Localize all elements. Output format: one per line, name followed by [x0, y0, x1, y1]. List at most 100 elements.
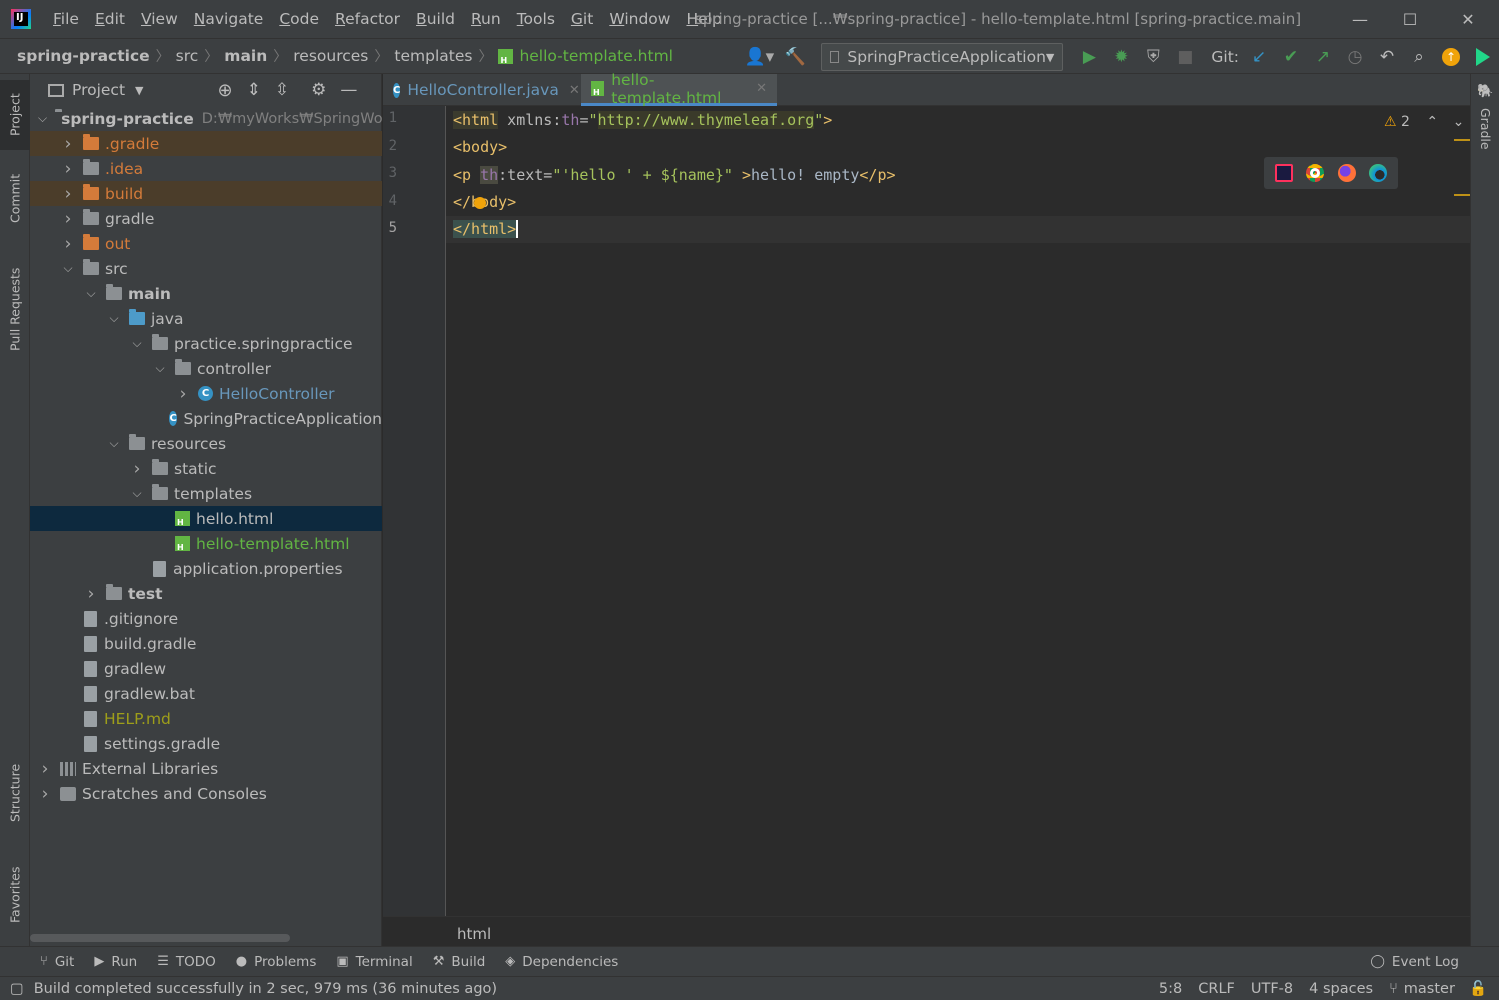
file-encoding[interactable]: UTF-8 — [1251, 981, 1293, 997]
rollback-icon[interactable]: ↶ — [1371, 41, 1403, 73]
menu-run[interactable]: Run — [463, 0, 509, 38]
caret-position[interactable]: 5:8 — [1159, 981, 1182, 997]
warning-stripe-marker[interactable] — [1454, 194, 1470, 196]
close-button[interactable]: ✕ — [1443, 0, 1493, 38]
horizontal-scrollbar[interactable] — [30, 934, 290, 942]
breadcrumb-file[interactable]: hello-template.html — [519, 47, 673, 65]
tool-dependencies[interactable]: ◈ Dependencies — [505, 954, 618, 970]
tool-windows-toggle-icon[interactable]: ▢ — [10, 981, 24, 997]
run-icon[interactable]: ▶ — [1073, 41, 1105, 73]
intellij-browser-icon[interactable] — [1274, 164, 1293, 182]
chevron-down-icon[interactable]: ⌵ — [38, 111, 47, 126]
indent-setting[interactable]: 4 spaces — [1309, 981, 1373, 997]
lock-icon[interactable]: 🔓 — [1469, 980, 1487, 997]
breadcrumb-src[interactable]: src — [176, 47, 199, 65]
chevron-down-icon[interactable]: ⌵ — [153, 361, 167, 376]
update-icon[interactable]: ↑ — [1435, 41, 1467, 73]
tree-node[interactable]: ⌵ resources — [30, 431, 382, 456]
build-hammer-icon[interactable]: 🔨 — [779, 41, 811, 73]
tree-node[interactable]: › Scratches and Consoles — [30, 781, 382, 806]
coverage-icon[interactable]: ⛨ — [1137, 41, 1169, 73]
pull-requests-tool-tab[interactable]: Pull Requests — [0, 254, 30, 364]
minimize-button[interactable]: — — [1335, 0, 1385, 38]
git-update-icon[interactable]: ↙ — [1243, 41, 1275, 73]
locate-icon[interactable]: ⊕ — [218, 80, 233, 101]
breadcrumb-main[interactable]: main — [224, 47, 267, 65]
commit-tool-tab[interactable]: Commit — [0, 162, 30, 234]
next-highlight-icon[interactable]: ⌄ — [1453, 114, 1465, 130]
menu-tools[interactable]: Tools — [509, 0, 563, 38]
favorites-tool-tab[interactable]: Favorites — [0, 852, 30, 938]
firefox-icon[interactable] — [1337, 164, 1356, 182]
tree-node[interactable]: ⌵ templates — [30, 481, 382, 506]
line-separator[interactable]: CRLF — [1198, 981, 1235, 997]
gradle-tool-tab[interactable]: Gradle — [1471, 104, 1499, 154]
tree-node[interactable]: HELP.md — [30, 706, 382, 731]
maximize-button[interactable]: ☐ — [1385, 0, 1435, 38]
run-configuration-select[interactable]: SpringPracticeApplication ▼ — [821, 43, 1064, 71]
tree-node[interactable]: ⌵ main — [30, 281, 382, 306]
tree-node[interactable]: › .gradle — [30, 131, 382, 156]
tree-node[interactable]: settings.gradle — [30, 731, 382, 756]
git-commit-icon[interactable]: ✔ — [1275, 41, 1307, 73]
tree-node[interactable]: ⌵ spring-practice D:₩myWorks₩SpringWorks — [30, 106, 382, 131]
tree-node[interactable]: ⌵ src — [30, 256, 382, 281]
tool-problems[interactable]: ● Problems — [236, 954, 317, 970]
menu-code[interactable]: Code — [271, 0, 327, 38]
tree-node[interactable]: › test — [30, 581, 382, 606]
project-panel-title[interactable]: Project — [72, 81, 125, 99]
tree-node[interactable]: › C HelloController — [30, 381, 382, 406]
inspection-widget[interactable]: ⚠ 2 ⌃ ⌄ — [1384, 114, 1464, 130]
search-icon[interactable]: ⌕ — [1403, 41, 1435, 73]
close-tab-icon[interactable]: ✕ — [756, 81, 767, 96]
menu-build[interactable]: Build — [408, 0, 463, 38]
tree-node[interactable]: hello.html — [30, 506, 382, 531]
stop-icon[interactable]: ■ — [1169, 41, 1201, 73]
menu-file[interactable]: File — [45, 0, 87, 38]
chevron-down-icon[interactable]: ⌵ — [107, 311, 121, 326]
collapse-all-icon[interactable]: ⇳ — [275, 80, 289, 100]
tree-node[interactable]: › build — [30, 181, 382, 206]
tree-node[interactable]: ⌵ java — [30, 306, 382, 331]
tree-node[interactable]: hello-template.html — [30, 531, 382, 556]
tree-node[interactable]: application.properties — [30, 556, 382, 581]
tree-node[interactable]: ⌵ controller — [30, 356, 382, 381]
intention-bulb-icon[interactable] — [474, 197, 486, 209]
gear-icon[interactable]: ⚙ — [311, 80, 326, 100]
expand-all-icon[interactable]: ⇕ — [247, 80, 261, 100]
previous-highlight-icon[interactable]: ⌃ — [1426, 114, 1438, 130]
tree-node[interactable]: gradlew — [30, 656, 382, 681]
tool-run[interactable]: ▶ Run — [94, 954, 137, 970]
editor-breadcrumb[interactable]: html — [383, 916, 1470, 946]
chevron-right-icon[interactable]: › — [61, 209, 75, 229]
chevron-right-icon[interactable]: › — [61, 134, 75, 154]
tree-node[interactable]: › out — [30, 231, 382, 256]
git-branch[interactable]: master — [1404, 981, 1455, 997]
project-tool-tab[interactable]: Project — [0, 80, 30, 150]
tree-node[interactable]: › External Libraries — [30, 756, 382, 781]
code-with-me-icon[interactable] — [1467, 41, 1499, 73]
close-tab-icon[interactable]: ✕ — [569, 83, 580, 98]
menu-edit[interactable]: Edit — [87, 0, 133, 38]
warning-stripe-marker[interactable] — [1454, 139, 1470, 141]
tool-build[interactable]: ⚒ Build — [433, 954, 486, 970]
tool-event-log[interactable]: ◯ Event Log — [1370, 954, 1459, 970]
chevron-down-icon[interactable]: ⌵ — [107, 436, 121, 451]
tree-node[interactable]: C SpringPracticeApplication — [30, 406, 382, 431]
menu-window[interactable]: Window — [601, 0, 678, 38]
tree-node[interactable]: ⌵ practice.springpractice — [30, 331, 382, 356]
chevron-down-icon[interactable]: ⌵ — [61, 261, 75, 276]
code-editor[interactable]: <html xmlns:th="http://www.thymeleaf.org… — [446, 106, 1470, 916]
chevron-right-icon[interactable]: › — [38, 784, 52, 804]
tab-hello-template[interactable]: hello-template.html ✕ — [581, 71, 777, 107]
breadcrumb-resources[interactable]: resources — [293, 47, 368, 65]
chevron-right-icon[interactable]: › — [130, 459, 144, 479]
chevron-right-icon[interactable]: › — [61, 159, 75, 179]
tree-node[interactable]: › .idea — [30, 156, 382, 181]
chevron-right-icon[interactable]: › — [61, 234, 75, 254]
tool-git[interactable]: ⑂ Git — [40, 954, 74, 970]
tool-todo[interactable]: ☰ TODO — [157, 954, 216, 970]
tree-node[interactable]: › static — [30, 456, 382, 481]
tool-terminal[interactable]: ▣ Terminal — [336, 954, 412, 970]
intellij-logo-icon[interactable]: IJ — [11, 9, 31, 29]
